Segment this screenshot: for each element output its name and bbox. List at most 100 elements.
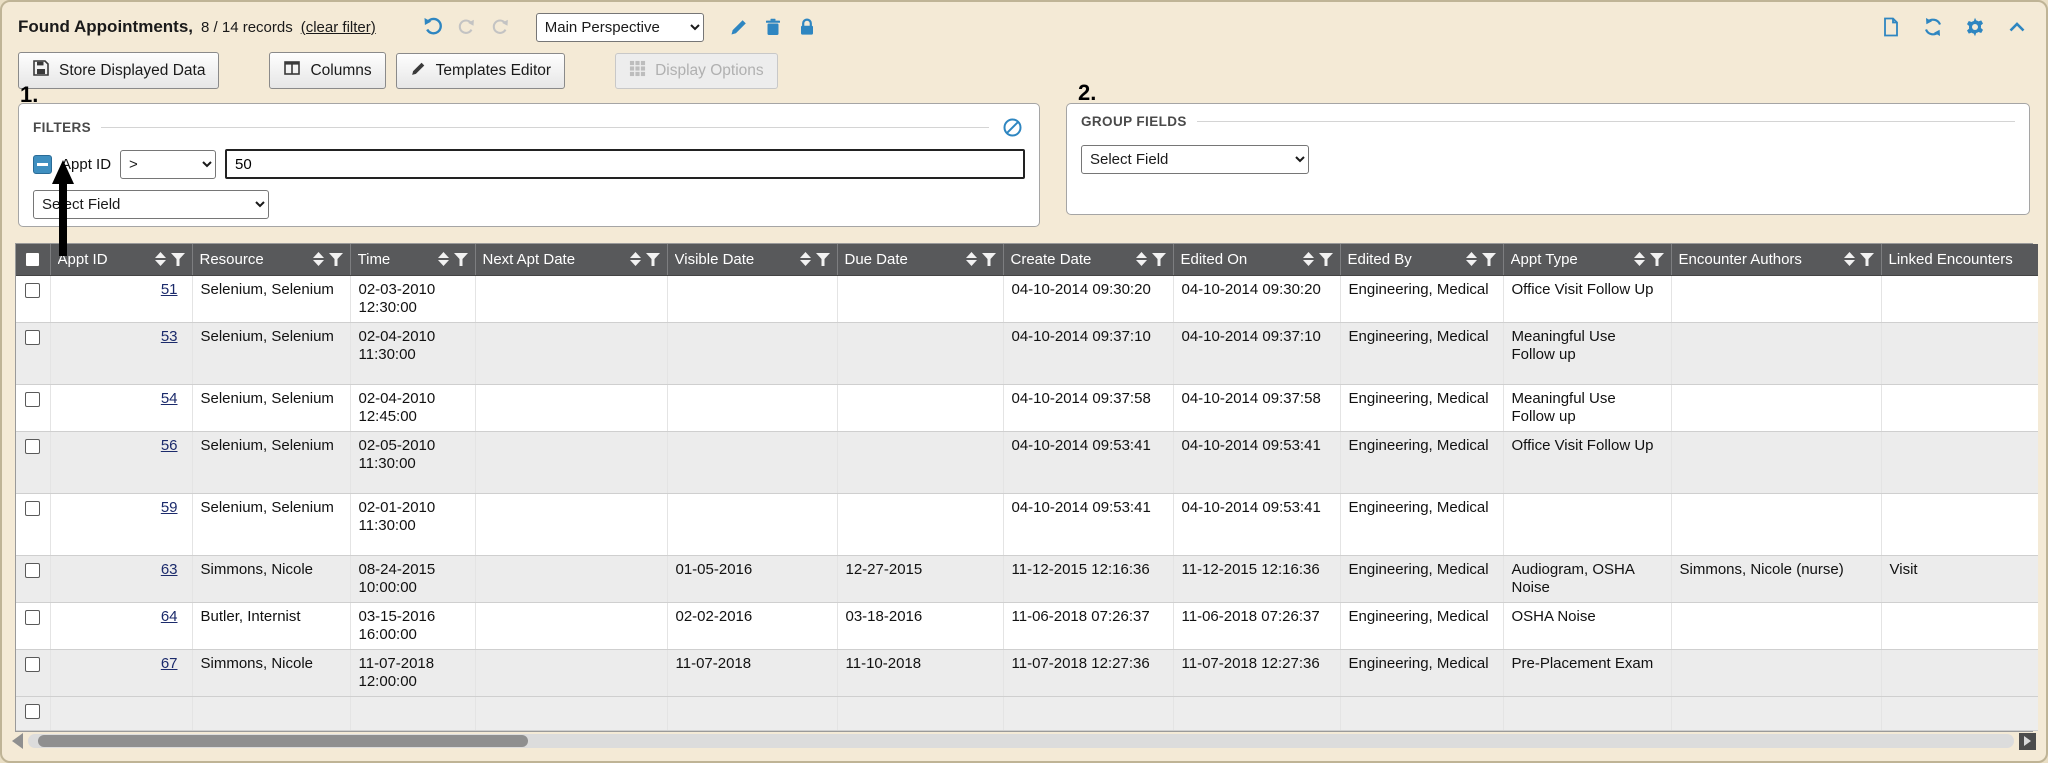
sort-icon[interactable] — [1466, 252, 1477, 266]
filter-funnel-icon[interactable] — [1152, 253, 1166, 266]
row-checkbox[interactable] — [25, 657, 40, 672]
cell-linked_encounters — [1881, 384, 2038, 431]
lock-icon[interactable] — [794, 14, 820, 40]
scrollbar-track[interactable] — [28, 734, 2014, 748]
sort-icon[interactable] — [1844, 252, 1855, 266]
appt-id-link[interactable]: 67 — [161, 655, 178, 672]
select-all-checkbox[interactable] — [25, 252, 40, 267]
row-checkbox[interactable] — [25, 439, 40, 454]
cell-time: 02-01-2010 11:30:00 — [350, 493, 475, 555]
sort-icon[interactable] — [1303, 252, 1314, 266]
filter-funnel-icon[interactable] — [1319, 253, 1333, 266]
cell-edited_by: Engineering, Medical — [1340, 493, 1503, 555]
column-header-edited_by[interactable]: Edited By — [1340, 244, 1503, 275]
sort-icon[interactable] — [155, 252, 166, 266]
sort-icon[interactable] — [438, 252, 449, 266]
column-header-create_date[interactable]: Create Date — [1003, 244, 1173, 275]
scrollbar-thumb[interactable] — [38, 735, 528, 747]
appt-id-link[interactable]: 56 — [161, 437, 178, 454]
filter-operator-select[interactable]: > — [120, 150, 216, 179]
new-document-icon[interactable] — [1878, 14, 1904, 40]
sort-icon[interactable] — [630, 252, 641, 266]
delete-icon[interactable] — [760, 14, 786, 40]
column-header-visible_date[interactable]: Visible Date — [667, 244, 837, 275]
filter-funnel-icon[interactable] — [329, 253, 343, 266]
cell-resource: Simmons, Nicole — [192, 649, 350, 696]
select-all-header — [16, 244, 50, 275]
cell-id: 63 — [50, 555, 192, 602]
cell-resource: Butler, Internist — [192, 602, 350, 649]
cell-appt_type: Meaningful Use Follow up — [1503, 322, 1671, 384]
appt-id-link[interactable]: 63 — [161, 561, 178, 578]
sort-icon[interactable] — [1634, 252, 1645, 266]
cell-encounter_authors — [1671, 431, 1881, 493]
column-header-encounter_authors[interactable]: Encounter Authors — [1671, 244, 1881, 275]
annotation-arrow — [50, 160, 76, 256]
column-header-due_date[interactable]: Due Date — [837, 244, 1003, 275]
appt-id-link[interactable]: 64 — [161, 608, 178, 625]
row-checkbox[interactable] — [25, 392, 40, 407]
sort-icon[interactable] — [313, 252, 324, 266]
sort-icon[interactable] — [800, 252, 811, 266]
gear-icon[interactable] — [1962, 14, 1988, 40]
edit-icon[interactable] — [726, 14, 752, 40]
filter-funnel-icon[interactable] — [816, 253, 830, 266]
cell-next_apt_date — [475, 431, 667, 493]
column-header-edited_on[interactable]: Edited On — [1173, 244, 1340, 275]
row-select-cell — [16, 431, 50, 493]
row-checkbox[interactable] — [25, 330, 40, 345]
cell-due_date — [837, 431, 1003, 493]
undo-icon[interactable] — [420, 14, 446, 40]
row-checkbox[interactable] — [25, 283, 40, 298]
collapse-icon[interactable] — [2004, 14, 2030, 40]
appt-id-link[interactable]: 53 — [161, 328, 178, 345]
appointments-table: Appt IDResourceTimeNext Apt DateVisible … — [16, 244, 2038, 731]
filter-funnel-icon[interactable] — [171, 253, 185, 266]
cell-create_date: 04-10-2014 09:37:58 — [1003, 384, 1173, 431]
filter-funnel-icon[interactable] — [1860, 253, 1874, 266]
filter-value-input[interactable] — [225, 149, 1025, 179]
column-header-resource[interactable]: Resource — [192, 244, 350, 275]
filter-funnel-icon[interactable] — [1482, 253, 1496, 266]
appt-id-link[interactable]: 54 — [161, 390, 178, 407]
group-select-field[interactable]: Select Field — [1081, 145, 1309, 174]
templates-editor-button[interactable]: Templates Editor — [396, 53, 565, 89]
filter-funnel-icon[interactable] — [1650, 253, 1664, 266]
appt-id-link[interactable]: 59 — [161, 499, 178, 516]
column-header-linked_encounters[interactable]: Linked Encounters — [1881, 244, 2038, 275]
cell-visible_date: 01-05-2016 — [667, 555, 837, 602]
sort-icon[interactable] — [966, 252, 977, 266]
column-label: Appt Type — [1511, 251, 1629, 268]
columns-button[interactable]: Columns — [269, 52, 385, 89]
row-select-cell — [16, 384, 50, 431]
row-checkbox[interactable] — [25, 563, 40, 578]
refresh-icon[interactable] — [1920, 14, 1946, 40]
appt-id-link[interactable]: 51 — [161, 281, 178, 298]
column-header-appt_type[interactable]: Appt Type — [1503, 244, 1671, 275]
row-checkbox[interactable] — [25, 704, 40, 719]
store-displayed-data-button[interactable]: Store Displayed Data — [18, 52, 219, 89]
sort-icon[interactable] — [1136, 252, 1147, 266]
clear-filter-link[interactable]: (clear filter) — [301, 19, 376, 36]
column-header-next_apt_date[interactable]: Next Apt Date — [475, 244, 667, 275]
row-checkbox[interactable] — [25, 501, 40, 516]
perspective-select[interactable]: Main Perspective — [536, 13, 704, 42]
filter-funnel-icon[interactable] — [646, 253, 660, 266]
cell-encounter_authors — [1671, 322, 1881, 384]
table-header-row: Appt IDResourceTimeNext Apt DateVisible … — [16, 244, 2038, 275]
scroll-left-button[interactable] — [12, 733, 23, 749]
filter-funnel-icon[interactable] — [982, 253, 996, 266]
clear-filters-icon[interactable] — [999, 114, 1025, 140]
record-count: 8 / 14 records — [201, 19, 293, 36]
cell-edited_by: Engineering, Medical — [1340, 322, 1503, 384]
cell-due_date — [837, 322, 1003, 384]
table-row: 64Butler, Internist03-15-2016 16:00:0002… — [16, 602, 2038, 649]
cell-next_apt_date — [475, 384, 667, 431]
cell-next_apt_date — [475, 275, 667, 322]
cell-resource: Selenium, Selenium — [192, 493, 350, 555]
filter-funnel-icon[interactable] — [454, 253, 468, 266]
cell-encounter_authors — [1671, 649, 1881, 696]
row-checkbox[interactable] — [25, 610, 40, 625]
column-header-time[interactable]: Time — [350, 244, 475, 275]
scroll-right-button[interactable] — [2019, 733, 2036, 750]
